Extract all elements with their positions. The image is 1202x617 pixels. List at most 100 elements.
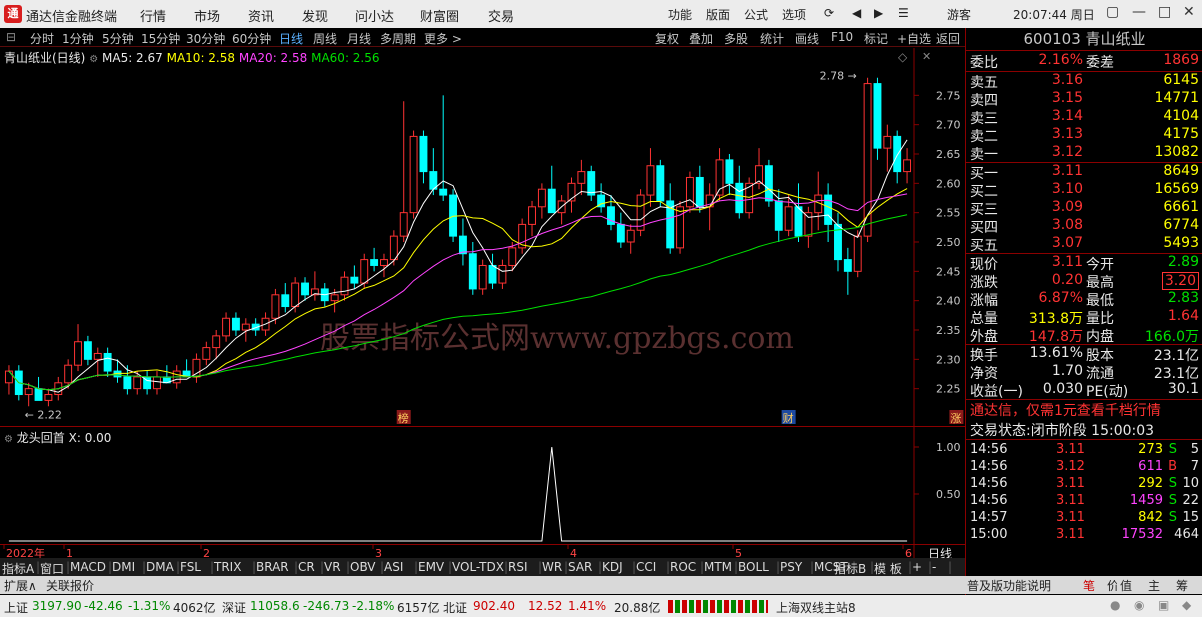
btn-diejia[interactable]: 叠加 xyxy=(689,30,713,47)
candle[interactable] xyxy=(626,224,635,254)
period-daily[interactable]: 日线 xyxy=(279,30,303,47)
candle[interactable] xyxy=(409,130,418,219)
indicator-tab[interactable]: CR xyxy=(298,560,315,574)
menu-caifuquan[interactable]: 财富圈 xyxy=(420,6,459,25)
candle[interactable] xyxy=(419,130,428,184)
candle[interactable] xyxy=(83,335,92,366)
indicator-tab[interactable]: BOLL xyxy=(738,560,769,574)
close-icon[interactable]: ✕ xyxy=(1183,4,1195,20)
indicator-tab[interactable]: WR xyxy=(542,560,562,574)
period-30min[interactable]: 30分钟 xyxy=(186,30,225,47)
candle[interactable] xyxy=(903,148,912,184)
candle[interactable] xyxy=(4,365,13,395)
indicator-tab[interactable]: DMI xyxy=(112,560,135,574)
maximize-icon[interactable]: □ xyxy=(1158,4,1171,20)
tray-icon-4[interactable]: ◆ xyxy=(1182,598,1191,612)
candle[interactable] xyxy=(834,212,842,272)
candle[interactable] xyxy=(577,159,586,196)
sh-name[interactable]: 上证 xyxy=(4,599,28,616)
tab-zhu[interactable]: 主 xyxy=(1148,577,1160,594)
period-monthly[interactable]: 月线 xyxy=(347,30,371,47)
period-60min[interactable]: 60分钟 xyxy=(232,30,271,47)
candle[interactable] xyxy=(725,154,734,196)
forward-icon[interactable]: ▶ xyxy=(874,6,883,20)
indicator-tab[interactable]: 指标B xyxy=(834,560,866,577)
candle[interactable] xyxy=(380,253,388,278)
refresh-icon[interactable]: ⟳ xyxy=(824,6,834,20)
candle[interactable] xyxy=(44,388,53,407)
feature-guide-button[interactable]: 普及版功能说明 xyxy=(967,577,1051,594)
candle[interactable] xyxy=(893,130,902,184)
candle[interactable] xyxy=(478,259,487,295)
indicator-tab[interactable]: SAR xyxy=(568,560,592,574)
period-fenshi[interactable]: 分时 xyxy=(30,30,54,47)
btn-fuquan[interactable]: 复权 xyxy=(655,30,679,47)
candle[interactable] xyxy=(488,253,497,289)
indicator-tab[interactable]: PSY xyxy=(780,560,802,574)
btn-f10[interactable]: F10 xyxy=(831,30,853,44)
period-weekly[interactable]: 周线 xyxy=(313,30,337,47)
candle[interactable] xyxy=(883,124,892,172)
candle[interactable] xyxy=(676,200,685,254)
tab-bi[interactable]: 笔 xyxy=(1083,577,1095,594)
minimize-icon[interactable]: — xyxy=(1132,4,1146,20)
indicator-tab[interactable]: ROC xyxy=(670,560,696,574)
candle[interactable] xyxy=(202,341,211,366)
related-quote-button[interactable]: 关联报价 xyxy=(46,577,94,594)
tab-chou[interactable]: 筹 xyxy=(1176,577,1188,594)
promo-link[interactable]: 通达信，仅需1元查看千档行情 xyxy=(970,400,1161,420)
indicator-tab[interactable]: 窗口 xyxy=(40,560,64,577)
indicator-tab[interactable]: RSI xyxy=(508,560,528,574)
candle[interactable] xyxy=(231,312,240,336)
candle[interactable] xyxy=(192,353,201,383)
candle[interactable] xyxy=(458,218,467,266)
indicator-tab[interactable]: FSL xyxy=(180,560,201,574)
candle[interactable] xyxy=(547,165,556,214)
indicator-tab[interactable]: VOL-TDX xyxy=(452,560,504,574)
menu-wenxiaoda[interactable]: 问小达 xyxy=(355,6,394,25)
menu-banmian[interactable]: 版面 xyxy=(706,6,730,23)
indicator-tab[interactable]: DMA xyxy=(146,560,174,574)
indicator-tab[interactable]: 指标A xyxy=(2,560,34,577)
candle[interactable] xyxy=(745,177,754,219)
indicator-tab[interactable]: + xyxy=(912,560,922,574)
close-chart-icon[interactable]: ✕ xyxy=(922,50,931,63)
indicator-tab[interactable]: MACD xyxy=(70,560,106,574)
candle[interactable] xyxy=(528,200,536,237)
candle[interactable] xyxy=(103,347,112,377)
period-15min[interactable]: 15分钟 xyxy=(141,30,180,47)
btn-zixuan[interactable]: +自选 xyxy=(897,30,931,47)
candle[interactable] xyxy=(597,183,606,213)
indicator-tab[interactable]: CCI xyxy=(636,560,656,574)
candle[interactable] xyxy=(162,365,171,384)
candle[interactable] xyxy=(143,371,152,395)
candle[interactable] xyxy=(735,165,744,219)
indicator-tab[interactable]: EMV xyxy=(418,560,444,574)
candle[interactable] xyxy=(222,312,231,342)
indicator-settings-icon[interactable]: ⚙ xyxy=(4,434,13,445)
menu-jiaoyi[interactable]: 交易 xyxy=(488,6,514,25)
candle[interactable] xyxy=(587,165,596,201)
tray-icon-1[interactable]: ● xyxy=(1110,598,1120,612)
menu-gongshi[interactable]: 公式 xyxy=(744,6,768,23)
candle[interactable] xyxy=(873,77,882,160)
kline-chart[interactable]: 股票指标公式网www.gpzbgs.com 2.75 2.70 2.65 2.60 2.… xyxy=(0,48,965,426)
candle[interactable] xyxy=(537,183,546,219)
menu-gongneng[interactable]: 功能 xyxy=(668,6,692,23)
indicator-tab[interactable]: 模 板 xyxy=(874,560,902,577)
settings-icon[interactable]: ⚙ xyxy=(89,54,98,65)
btn-tongji[interactable]: 统计 xyxy=(760,30,784,47)
menu-hangqing[interactable]: 行情 xyxy=(140,6,166,25)
indicator-tab[interactable]: TRIX xyxy=(214,560,241,574)
indicator-tab[interactable]: VR xyxy=(324,560,341,574)
candle[interactable] xyxy=(399,101,408,242)
expand-button[interactable]: 扩展∧ xyxy=(4,577,37,594)
candle[interactable] xyxy=(24,382,33,407)
candle[interactable] xyxy=(74,324,82,372)
candle[interactable] xyxy=(340,271,349,301)
candle[interactable] xyxy=(843,247,852,295)
candle[interactable] xyxy=(824,183,833,242)
menu-faxian[interactable]: 发现 xyxy=(302,6,328,25)
event-marker[interactable]: 榜 xyxy=(396,410,411,425)
period-5min[interactable]: 5分钟 xyxy=(102,30,134,47)
